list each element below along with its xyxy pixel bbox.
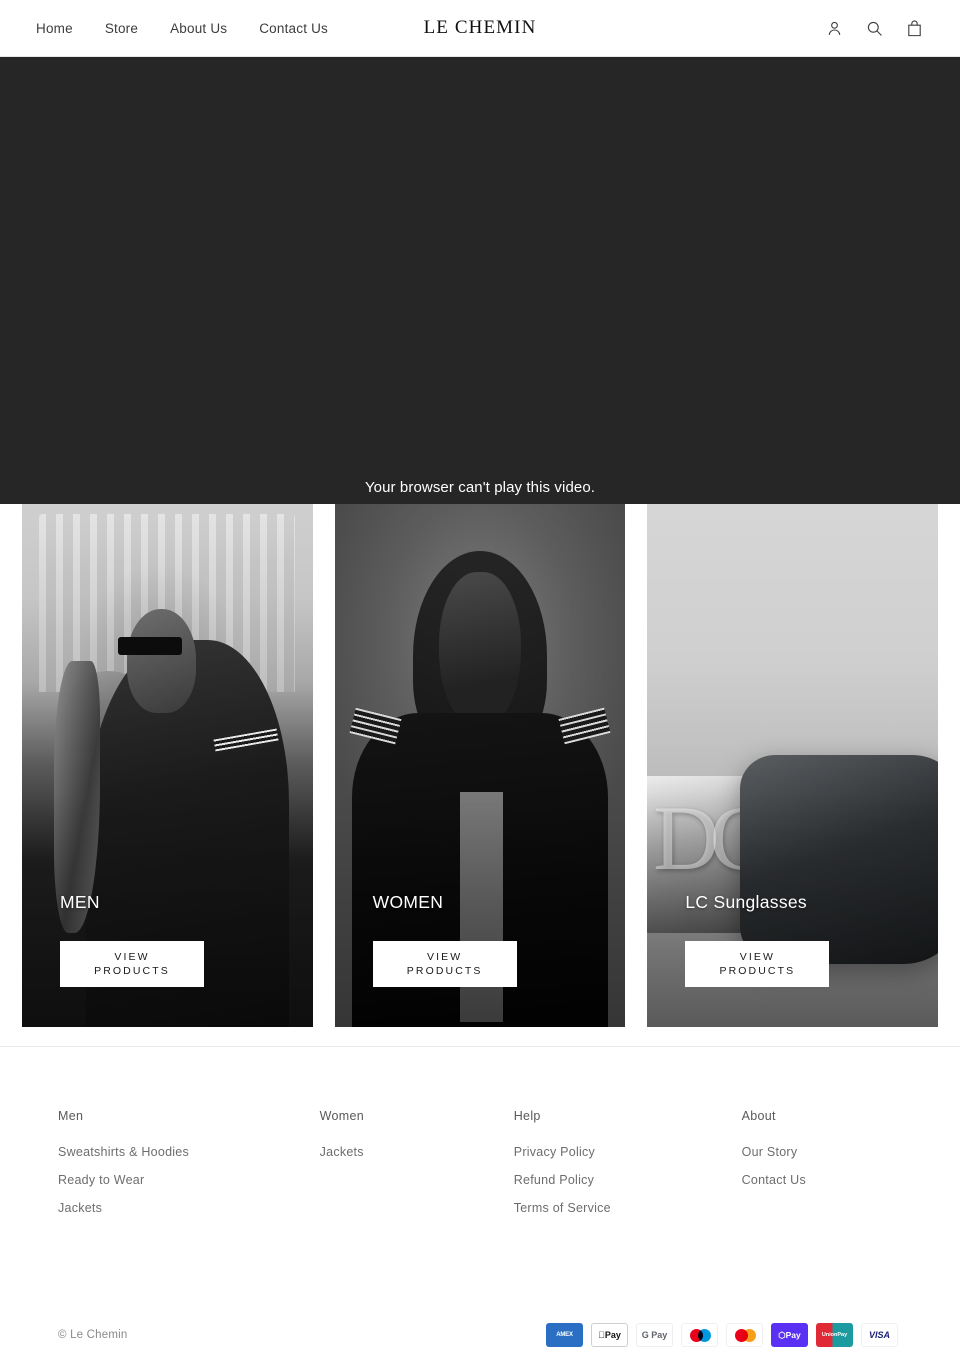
collection-cards: MEN VIEW PRODUCTS WOMEN VIEW PRODUCTS LC… xyxy=(0,504,960,1027)
collection-title-men: MEN xyxy=(60,892,100,912)
google-pay-icon: G Pay xyxy=(636,1323,673,1347)
video-fallback-message: Your browser can't play this video. xyxy=(364,479,596,496)
footer-link-privacy-policy[interactable]: Privacy Policy xyxy=(514,1145,742,1159)
view-products-line2: PRODUCTS xyxy=(406,965,483,977)
shopping-bag-icon[interactable] xyxy=(904,18,924,38)
payment-methods: AMEX Pay G Pay ⬡Pay UnionPay VISA xyxy=(546,1323,902,1347)
collection-card-women[interactable]: WOMEN VIEW PRODUCTS xyxy=(334,504,626,1027)
footer-columns: Men Sweatshirts & Hoodies Ready to Wear … xyxy=(58,1109,902,1229)
collection-card-men[interactable]: MEN VIEW PRODUCTS xyxy=(22,504,313,1027)
visa-icon: VISA xyxy=(861,1323,898,1347)
maestro-icon xyxy=(681,1323,718,1347)
copyright-text: © Le Chemin xyxy=(58,1329,128,1341)
header-icon-group xyxy=(824,18,938,38)
nav-link-store[interactable]: Store xyxy=(89,15,154,42)
shop-pay-icon: ⬡ Pay xyxy=(771,1323,808,1347)
view-products-line1: VIEW xyxy=(427,951,463,963)
apple-pay-icon: Pay xyxy=(591,1323,628,1347)
nav-link-about-us[interactable]: About Us xyxy=(154,15,243,42)
view-products-button-sunglasses[interactable]: VIEW PRODUCTS xyxy=(685,941,830,987)
account-icon[interactable] xyxy=(824,18,844,38)
footer-column-help: Help Privacy Policy Refund Policy Terms … xyxy=(514,1109,742,1229)
footer-column-women: Women Jackets xyxy=(320,1109,514,1229)
footer-heading-women: Women xyxy=(319,1109,364,1123)
footer-link-refund-policy[interactable]: Refund Policy xyxy=(514,1173,742,1187)
view-products-line1: VIEW xyxy=(739,951,775,963)
shop-pay-label: Pay xyxy=(785,1330,801,1340)
view-products-line2: PRODUCTS xyxy=(719,965,796,977)
footer-link-our-story[interactable]: Our Story xyxy=(742,1145,902,1159)
view-products-button-women[interactable]: VIEW PRODUCTS xyxy=(372,941,517,987)
collection-title-sunglasses: LC Sunglasses xyxy=(685,892,807,912)
footer-link-sweatshirts-hoodies[interactable]: Sweatshirts & Hoodies xyxy=(58,1145,320,1159)
site-footer: Men Sweatshirts & Hoodies Ready to Wear … xyxy=(0,1047,960,1347)
footer-heading-men: Men xyxy=(58,1109,84,1123)
american-express-icon: AMEX xyxy=(546,1323,583,1347)
site-header: Home Store About Us Contact Us LE CHEMIN xyxy=(0,0,960,57)
search-icon[interactable] xyxy=(864,18,884,38)
nav-link-home[interactable]: Home xyxy=(22,15,89,42)
footer-column-men: Men Sweatshirts & Hoodies Ready to Wear … xyxy=(58,1109,320,1229)
footer-link-contact-us[interactable]: Contact Us xyxy=(742,1173,902,1187)
collection-title-women: WOMEN xyxy=(372,892,444,912)
view-products-line2: PRODUCTS xyxy=(94,965,170,977)
footer-link-terms-of-service[interactable]: Terms of Service xyxy=(514,1201,742,1215)
footer-link-ready-to-wear[interactable]: Ready to Wear xyxy=(58,1173,320,1187)
collection-grid-section: MEN VIEW PRODUCTS WOMEN VIEW PRODUCTS LC… xyxy=(0,504,960,1046)
footer-heading-help: Help xyxy=(513,1109,541,1123)
collection-card-lc-sunglasses[interactable]: DC LC Sunglasses VIEW PRODUCTS xyxy=(647,504,939,1027)
hero-video-section[interactable]: Your browser can't play this video. xyxy=(0,57,960,504)
footer-link-women-jackets[interactable]: Jackets xyxy=(320,1145,514,1159)
site-logo[interactable]: LE CHEMIN xyxy=(424,17,537,39)
view-products-line1: VIEW xyxy=(114,951,150,963)
footer-link-men-jackets[interactable]: Jackets xyxy=(58,1201,320,1215)
union-pay-icon: UnionPay xyxy=(816,1323,853,1347)
view-products-button-men[interactable]: VIEW PRODUCTS xyxy=(60,941,204,987)
nav-link-contact-us[interactable]: Contact Us xyxy=(243,15,344,42)
footer-column-about: About Our Story Contact Us xyxy=(742,1109,902,1229)
apple-pay-label: Pay xyxy=(601,1330,621,1340)
primary-navigation: Home Store About Us Contact Us xyxy=(22,15,344,42)
mastercard-icon xyxy=(726,1323,763,1347)
footer-bottom-bar: © Le Chemin AMEX Pay G Pay ⬡Pay UnionPa… xyxy=(58,1301,902,1347)
footer-heading-about: About xyxy=(741,1109,776,1123)
